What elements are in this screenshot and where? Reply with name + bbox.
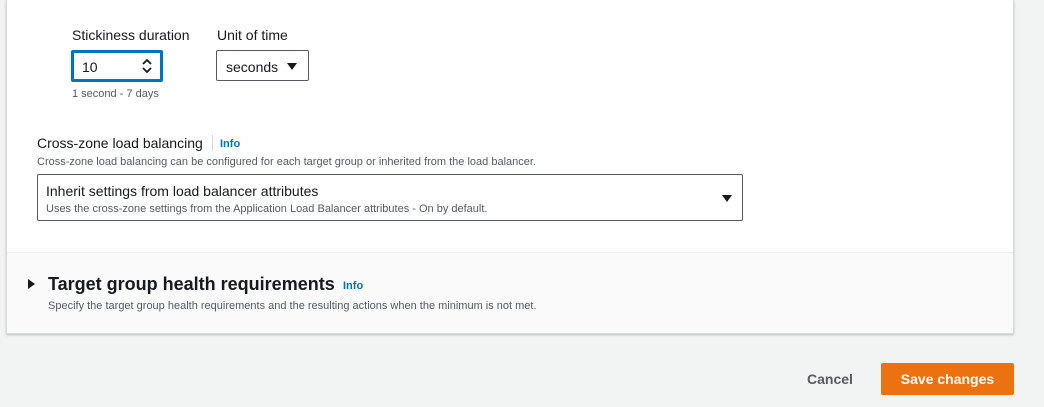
cross-zone-selected-title: Inherit settings from load balancer attr…	[46, 183, 319, 199]
target-group-attributes-panel: Stickiness duration 10 1 second - 7 days…	[6, 0, 1014, 334]
stickiness-duration-input[interactable]: 10	[71, 50, 163, 82]
caret-down-icon	[287, 63, 297, 70]
unit-of-time-label: Unit of time	[217, 27, 288, 43]
cross-zone-selected-description: Uses the cross-zone settings from the Ap…	[46, 203, 488, 215]
stickiness-duration-label: Stickiness duration	[72, 27, 190, 43]
caret-right-icon[interactable]	[28, 279, 35, 289]
stickiness-duration-value: 10	[82, 59, 98, 75]
save-changes-button[interactable]: Save changes	[881, 363, 1014, 395]
stickiness-duration-hint: 1 second - 7 days	[72, 88, 159, 100]
unit-of-time-select[interactable]: seconds	[216, 50, 309, 81]
caret-down-icon	[722, 195, 732, 202]
health-requirements-section: Target group health requirements Info Sp…	[7, 252, 1013, 333]
unit-of-time-value: seconds	[226, 59, 279, 75]
cross-zone-description: Cross-zone load balancing can be configu…	[37, 156, 536, 168]
health-requirements-description: Specify the target group health requirem…	[48, 300, 537, 312]
cross-zone-select[interactable]: Inherit settings from load balancer attr…	[37, 174, 743, 221]
health-requirements-info-link[interactable]: Info	[343, 280, 363, 292]
cancel-button[interactable]: Cancel	[796, 363, 864, 395]
cross-zone-label: Cross-zone load balancing	[37, 135, 203, 151]
health-requirements-title[interactable]: Target group health requirements	[48, 274, 335, 295]
cross-zone-info-link[interactable]: Info	[220, 138, 240, 150]
info-divider	[212, 135, 213, 151]
number-spinner-icon[interactable]	[142, 59, 152, 73]
